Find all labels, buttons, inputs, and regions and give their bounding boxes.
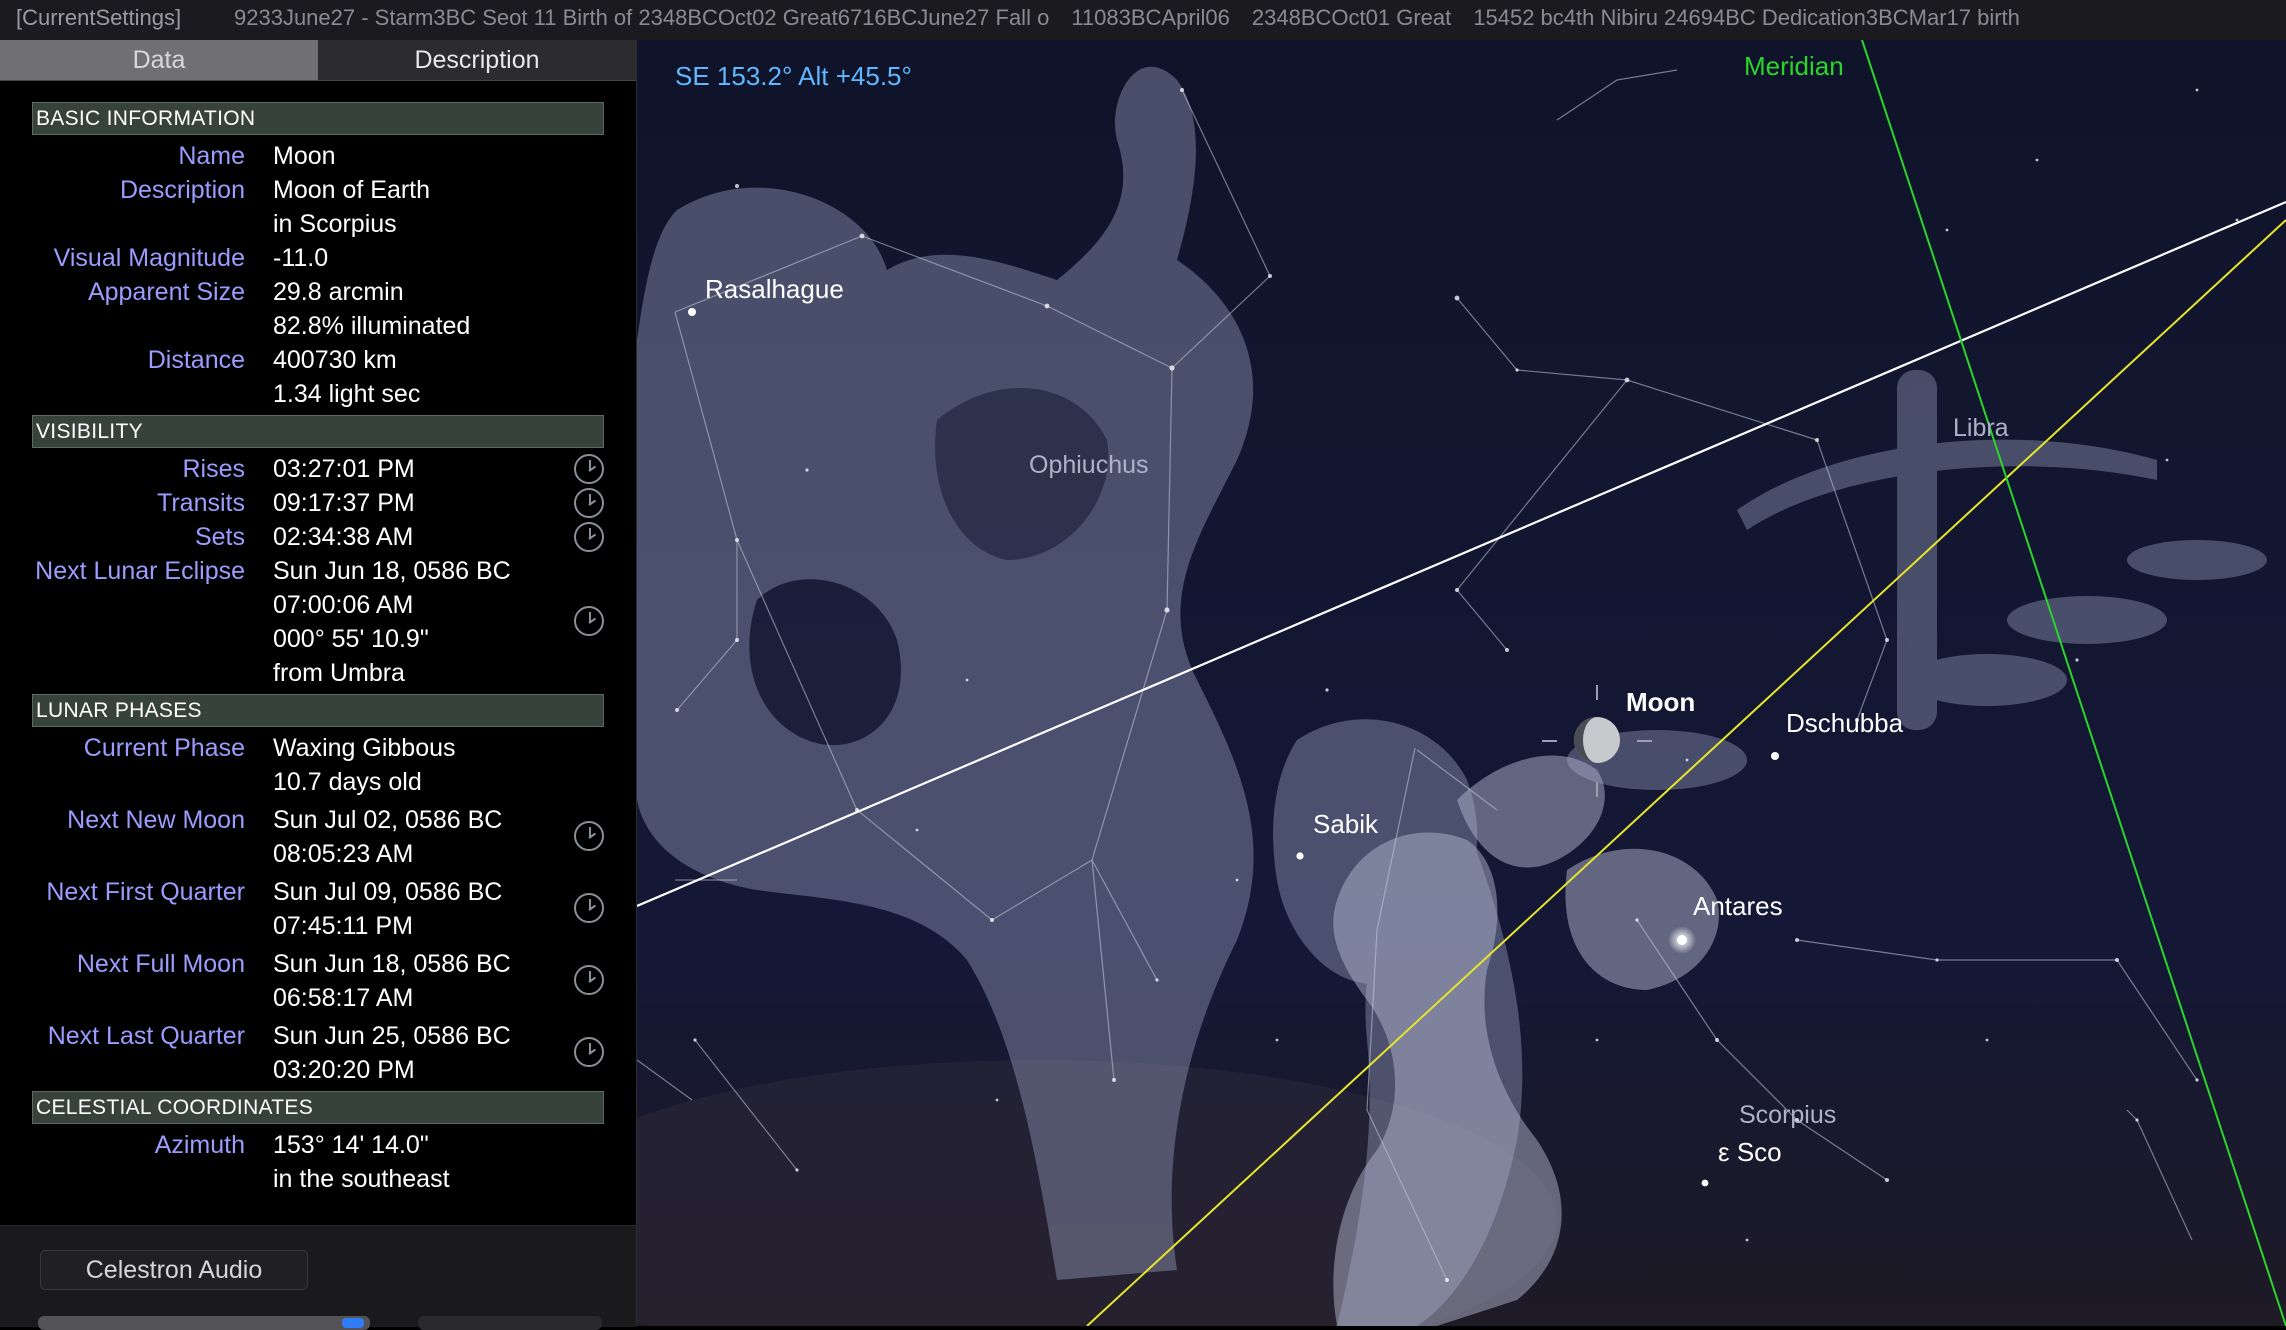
- dschubba-label[interactable]: Dschubba: [1786, 708, 1904, 738]
- info-row-distance: Distance 400730 km 1.34 light sec: [32, 343, 604, 411]
- info-row-sets: Sets 02:34:38 AM: [32, 520, 604, 554]
- info-table: BASIC INFORMATION Name Moon Description Mo…: [32, 102, 604, 1196]
- celestron-audio-button[interactable]: Celestron Audio: [40, 1250, 308, 1290]
- row-label: Rises: [182, 455, 245, 483]
- event-item[interactable]: 11083BCApril06: [1071, 5, 1230, 30]
- position-readout: SE 153.2° Alt +45.5°: [675, 61, 912, 91]
- info-row-visual-magnitude: Visual Magnitude -11.0: [32, 241, 604, 275]
- info-row-current-phase: Current Phase Waxing Gibbous 10.7 days ol…: [32, 731, 604, 799]
- current-settings-tag[interactable]: [CurrentSettings]: [0, 0, 234, 36]
- clock-icon[interactable]: [574, 454, 604, 484]
- row-value: Sun Jul 09, 0586 BC 07:45:11 PM: [273, 878, 503, 940]
- antares-star-core[interactable]: [1677, 935, 1687, 945]
- row-value: Sun Jun 25, 0586 BC 03:20:20 PM: [273, 1022, 511, 1084]
- antares-label[interactable]: Antares: [1693, 891, 1783, 921]
- row-value: 02:34:38 AM: [273, 523, 414, 551]
- row-value: Sun Jun 18, 0586 BC 06:58:17 AM: [273, 950, 511, 1012]
- row-value: Waxing Gibbous 10.7 days old: [273, 734, 456, 796]
- clock-icon[interactable]: [574, 893, 604, 923]
- row-value: 03:27:01 PM: [273, 455, 415, 483]
- tab-description[interactable]: Description: [318, 40, 636, 81]
- meridian-label: Meridian: [1744, 51, 1844, 81]
- row-value: Moon of Earth in Scorpius: [273, 176, 431, 238]
- rasalhague-label[interactable]: Rasalhague: [705, 274, 844, 304]
- row-value: Sun Jun 18, 0586 BC 07:00:06 AM 000° 55'…: [273, 557, 511, 687]
- section-basic-information[interactable]: BASIC INFORMATION: [32, 102, 604, 135]
- info-tabs: Data Description: [0, 40, 636, 81]
- row-value: Sun Jul 02, 0586 BC 08:05:23 AM: [273, 806, 503, 868]
- row-label: Distance: [147, 346, 245, 374]
- row-label: Next Full Moon: [76, 950, 245, 978]
- eps-sco-star[interactable]: [1701, 1179, 1709, 1187]
- row-label: Current Phase: [83, 734, 245, 762]
- row-label: Next New Moon: [67, 806, 245, 834]
- info-row-next-full-moon: Next Full Moon Sun Jun 18, 0586 BC 06:58:…: [32, 947, 604, 1015]
- rasalhague-star[interactable]: [688, 308, 696, 316]
- event-item[interactable]: 9233June27 - Starm3BC Seot 11 Birth of 2…: [234, 5, 1049, 30]
- info-row-next-first-quarter: Next First Quarter Sun Jul 09, 0586 BC 07…: [32, 875, 604, 943]
- object-info-panel: Data Description BASIC INFORMATION Name M…: [0, 40, 637, 1330]
- dschubba-star[interactable]: [1771, 752, 1779, 760]
- info-row-apparent-size: Apparent Size 29.8 arcmin 82.8% illuminat…: [32, 275, 604, 343]
- event-list: 9233June27 - Starm3BC Seot 11 Birth of 2…: [234, 0, 2042, 36]
- info-row-next-new-moon: Next New Moon Sun Jul 02, 0586 BC 08:05:2…: [32, 803, 604, 871]
- section-lunar-phases[interactable]: LUNAR PHASES: [32, 694, 604, 727]
- sabik-label[interactable]: Sabik: [1313, 809, 1379, 839]
- footer-control[interactable]: [38, 1316, 370, 1330]
- row-label: Description: [119, 176, 245, 204]
- info-row-description: Description Moon of Earth in Scorpius: [32, 173, 604, 241]
- ophiuchus-label[interactable]: Ophiuchus: [1029, 451, 1149, 479]
- row-value: -11.0: [273, 244, 329, 272]
- panel-footer: Celestron Audio: [0, 1225, 636, 1330]
- info-row-transits: Transits 09:17:37 PM: [32, 486, 604, 520]
- row-label: Sets: [194, 523, 245, 551]
- sabik-star[interactable]: [1296, 852, 1304, 860]
- clock-icon[interactable]: [574, 606, 604, 636]
- event-item[interactable]: 15452 bc4th Nibiru 24694BC Dedication3BC…: [1473, 5, 2020, 30]
- libra-label[interactable]: Libra: [1953, 414, 2009, 442]
- row-label: Transits: [157, 489, 245, 517]
- info-row-next-last-quarter: Next Last Quarter Sun Jun 25, 0586 BC 03:…: [32, 1019, 604, 1087]
- clock-icon[interactable]: [574, 488, 604, 518]
- moon-label[interactable]: Moon: [1626, 687, 1695, 717]
- clock-icon[interactable]: [574, 1037, 604, 1067]
- scorpius-label[interactable]: Scorpius: [1739, 1101, 1836, 1129]
- row-label: Apparent Size: [87, 278, 245, 306]
- row-value: 09:17:37 PM: [273, 489, 415, 517]
- row-value: 29.8 arcmin 82.8% illuminated: [273, 278, 471, 340]
- info-row-rises: Rises 03:27:01 PM: [32, 452, 604, 486]
- clock-icon[interactable]: [574, 522, 604, 552]
- info-row-azimuth: Azimuth 153° 14' 14.0" in the southeast: [32, 1128, 604, 1196]
- eps-sco-label[interactable]: ε Sco: [1718, 1137, 1782, 1167]
- event-item[interactable]: 2348BCOct01 Great: [1252, 5, 1451, 30]
- row-value: Moon: [273, 142, 336, 170]
- clock-icon[interactable]: [574, 965, 604, 995]
- row-label: Visual Magnitude: [53, 244, 245, 272]
- event-marquee: [CurrentSettings] 9233June27 - Starm3BC S…: [0, 0, 2286, 41]
- row-label: Next Lunar Eclipse: [35, 557, 245, 585]
- info-row-name: Name Moon: [32, 139, 604, 173]
- row-value: 400730 km 1.34 light sec: [273, 346, 421, 408]
- row-value: 153° 14' 14.0" in the southeast: [273, 1131, 450, 1193]
- section-visibility[interactable]: VISIBILITY: [32, 415, 604, 448]
- row-label: Name: [178, 142, 245, 170]
- clock-icon[interactable]: [574, 821, 604, 851]
- tab-data[interactable]: Data: [0, 40, 318, 81]
- footer-control-secondary[interactable]: [418, 1316, 602, 1330]
- row-label: Azimuth: [154, 1131, 245, 1159]
- toggle-indicator: [342, 1318, 364, 1328]
- sky-chart-view[interactable]: SE 153.2° Alt +45.5° Meridian Rasalhague…: [637, 40, 2286, 1326]
- row-label: Next Last Quarter: [47, 1022, 245, 1050]
- info-row-next-lunar-eclipse: Next Lunar Eclipse Sun Jun 18, 0586 BC 07…: [32, 554, 604, 690]
- section-celestial-coordinates[interactable]: CELESTIAL COORDINATES: [32, 1091, 604, 1124]
- row-label: Next First Quarter: [46, 878, 245, 906]
